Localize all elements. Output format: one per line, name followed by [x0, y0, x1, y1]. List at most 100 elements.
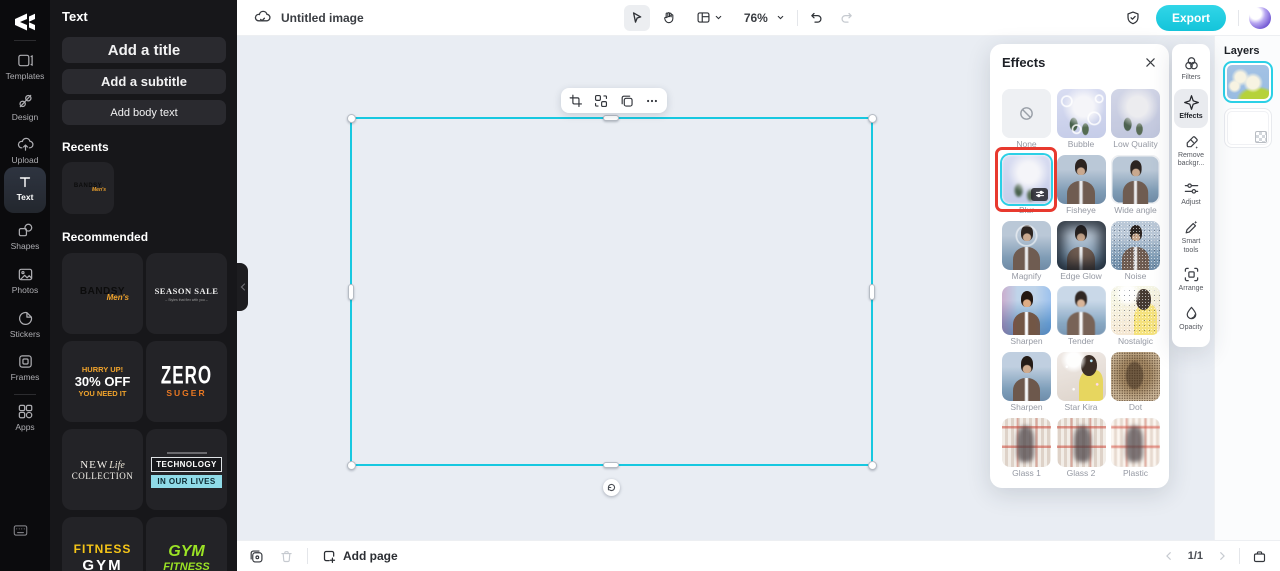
add-title-button[interactable]: Add a title: [62, 37, 226, 63]
previous-page-chevron-icon[interactable]: [1164, 551, 1174, 561]
resize-handle-bottom-left[interactable]: [347, 461, 356, 470]
effect-item-blur-selected[interactable]: Blur: [1002, 154, 1051, 216]
recent-text-template[interactable]: BANDSY Men's: [62, 162, 114, 214]
rotate-handle[interactable]: [603, 479, 620, 496]
cloud-save-icon[interactable]: [254, 9, 271, 26]
resize-handle-top[interactable]: [603, 115, 619, 121]
upload-icon: [17, 137, 34, 151]
panel-collapse-tab[interactable]: [237, 263, 248, 311]
template-gym-fitness[interactable]: GYM FITNESS: [146, 517, 227, 571]
opacity-icon: [1186, 306, 1196, 320]
app-sidebar: Templates Design Upload Text Shapes Phot…: [0, 0, 50, 571]
duplicate-page-button[interactable]: [245, 545, 267, 567]
effect-item-low-quality[interactable]: Low Quality: [1111, 89, 1160, 150]
resize-handle-left[interactable]: [348, 284, 354, 300]
close-icon[interactable]: [1141, 53, 1159, 71]
effect-item-sharpen-2[interactable]: Sharpen: [1002, 352, 1051, 413]
crop-button[interactable]: [566, 91, 586, 111]
template-discount[interactable]: HURRY UP! 30% OFF YOU NEED IT: [62, 341, 143, 422]
add-body-text-button[interactable]: Add body text: [62, 100, 226, 125]
sidebar-item-shapes[interactable]: Shapes: [0, 222, 50, 251]
undo-button[interactable]: [804, 5, 830, 31]
sidebar-item-design[interactable]: Design: [0, 93, 50, 122]
more-options-button[interactable]: [642, 91, 662, 111]
sidebar-item-apps[interactable]: Apps: [0, 403, 50, 432]
resize-handle-bottom-right[interactable]: [868, 461, 877, 470]
hand-tool-button[interactable]: [656, 5, 682, 31]
rail-item-remove-background[interactable]: Remove backgr...: [1172, 128, 1210, 176]
zoom-level[interactable]: 76%: [744, 11, 768, 25]
canvas-size-button[interactable]: [690, 5, 730, 31]
effect-item-dot[interactable]: Dot: [1111, 352, 1160, 413]
template-season-sale[interactable]: SEASON SALE – Styles that flex with you …: [146, 253, 227, 334]
rail-item-opacity[interactable]: Opacity: [1172, 300, 1210, 339]
privacy-shield-icon[interactable]: [1120, 5, 1146, 31]
adjust-icon: [1184, 183, 1198, 194]
effect-item-star-kira[interactable]: Star Kira: [1056, 352, 1106, 413]
chevron-left-icon: [240, 283, 245, 291]
rail-item-adjust[interactable]: Adjust: [1172, 175, 1210, 214]
effects-panel: Effects None Bubble Low Quality Blur Fis…: [990, 44, 1169, 488]
add-page-icon: [323, 550, 336, 563]
next-page-chevron-icon[interactable]: [1217, 551, 1227, 561]
sidebar-item-frames[interactable]: Frames: [0, 353, 50, 382]
layer-item-background[interactable]: [1225, 109, 1271, 147]
add-page-button[interactable]: Add page: [322, 549, 398, 564]
bottom-bar: Add page 1/1: [237, 540, 1280, 571]
template-new-life[interactable]: NEW Life COLLECTION: [62, 429, 143, 510]
none-icon: [1002, 89, 1051, 138]
keyboard-shortcuts-icon[interactable]: [13, 524, 28, 537]
resize-handle-right[interactable]: [869, 284, 875, 300]
select-tool-button[interactable]: [623, 4, 650, 31]
rail-item-filters[interactable]: Filters: [1172, 50, 1210, 89]
template-bandsy[interactable]: BANDSY Men's: [62, 253, 143, 334]
duplicate-button[interactable]: [617, 91, 637, 111]
sidebar-item-photos[interactable]: Photos: [0, 266, 50, 295]
effect-item-glass-2[interactable]: Glass 2: [1056, 417, 1106, 479]
effect-item-magnify[interactable]: Magnify: [1002, 220, 1051, 282]
resize-handle-bottom[interactable]: [603, 462, 619, 468]
transparency-checker-icon: [1255, 131, 1267, 143]
replace-button[interactable]: [591, 91, 611, 111]
document-title[interactable]: Untitled image: [281, 11, 364, 25]
effect-item-glass-1[interactable]: Glass 1: [1002, 417, 1051, 479]
effect-item-none[interactable]: None: [1002, 89, 1051, 150]
redo-button[interactable]: [834, 5, 860, 31]
resize-handle-top-right[interactable]: [868, 114, 877, 123]
effect-item-nostalgic[interactable]: Nostalgic: [1111, 286, 1160, 347]
zoom-dropdown-chevron-icon[interactable]: [776, 13, 785, 22]
effect-item-tender[interactable]: Tender: [1056, 286, 1106, 347]
sidebar-item-templates[interactable]: Templates: [0, 52, 50, 81]
rail-item-smart-tools[interactable]: Smart tools: [1172, 214, 1210, 262]
effect-item-plastic[interactable]: Plastic: [1111, 417, 1160, 479]
sidebar-item-stickers[interactable]: Stickers: [0, 310, 50, 339]
template-zero-suger[interactable]: ZERO SUGER: [146, 341, 227, 422]
filters-icon: [1184, 57, 1198, 70]
capcut-logo-icon[interactable]: [11, 8, 39, 34]
template-technology[interactable]: TECHNOLOGY IN OUR LIVES: [146, 429, 227, 510]
add-subtitle-button[interactable]: Add a subtitle: [62, 69, 226, 94]
adjust-effect-badge[interactable]: [1031, 187, 1048, 201]
stickers-icon: [18, 311, 32, 325]
sidebar-item-upload[interactable]: Upload: [0, 136, 50, 165]
sidebar-item-text[interactable]: Text: [0, 174, 50, 202]
rail-item-effects[interactable]: Effects: [1174, 88, 1208, 128]
frames-icon: [18, 355, 32, 368]
effect-item-bubble[interactable]: Bubble: [1056, 89, 1106, 150]
effect-item-noise[interactable]: Noise: [1111, 220, 1160, 282]
resize-handle-top-left[interactable]: [347, 114, 356, 123]
remove-background-icon: [1186, 135, 1198, 149]
layer-item-image[interactable]: [1225, 63, 1271, 101]
effect-item-edge-glow[interactable]: Edge Glow: [1056, 220, 1106, 282]
panel-title: Text: [62, 9, 88, 24]
page-manager-button[interactable]: [1248, 545, 1270, 567]
export-button[interactable]: Export: [1156, 4, 1227, 31]
template-fitness-gym[interactable]: FITNESS GYM: [62, 517, 143, 571]
effects-grid: None Bubble Low Quality Blur Fisheye Wid…: [1002, 89, 1160, 479]
effect-item-wide-angle[interactable]: Wide angle: [1111, 154, 1160, 216]
effect-item-sharpen[interactable]: Sharpen: [1002, 286, 1051, 347]
effect-item-fisheye[interactable]: Fisheye: [1056, 154, 1106, 216]
user-avatar[interactable]: [1249, 6, 1272, 29]
delete-page-button[interactable]: [275, 545, 297, 567]
rail-item-arrange[interactable]: Arrange: [1172, 261, 1210, 300]
